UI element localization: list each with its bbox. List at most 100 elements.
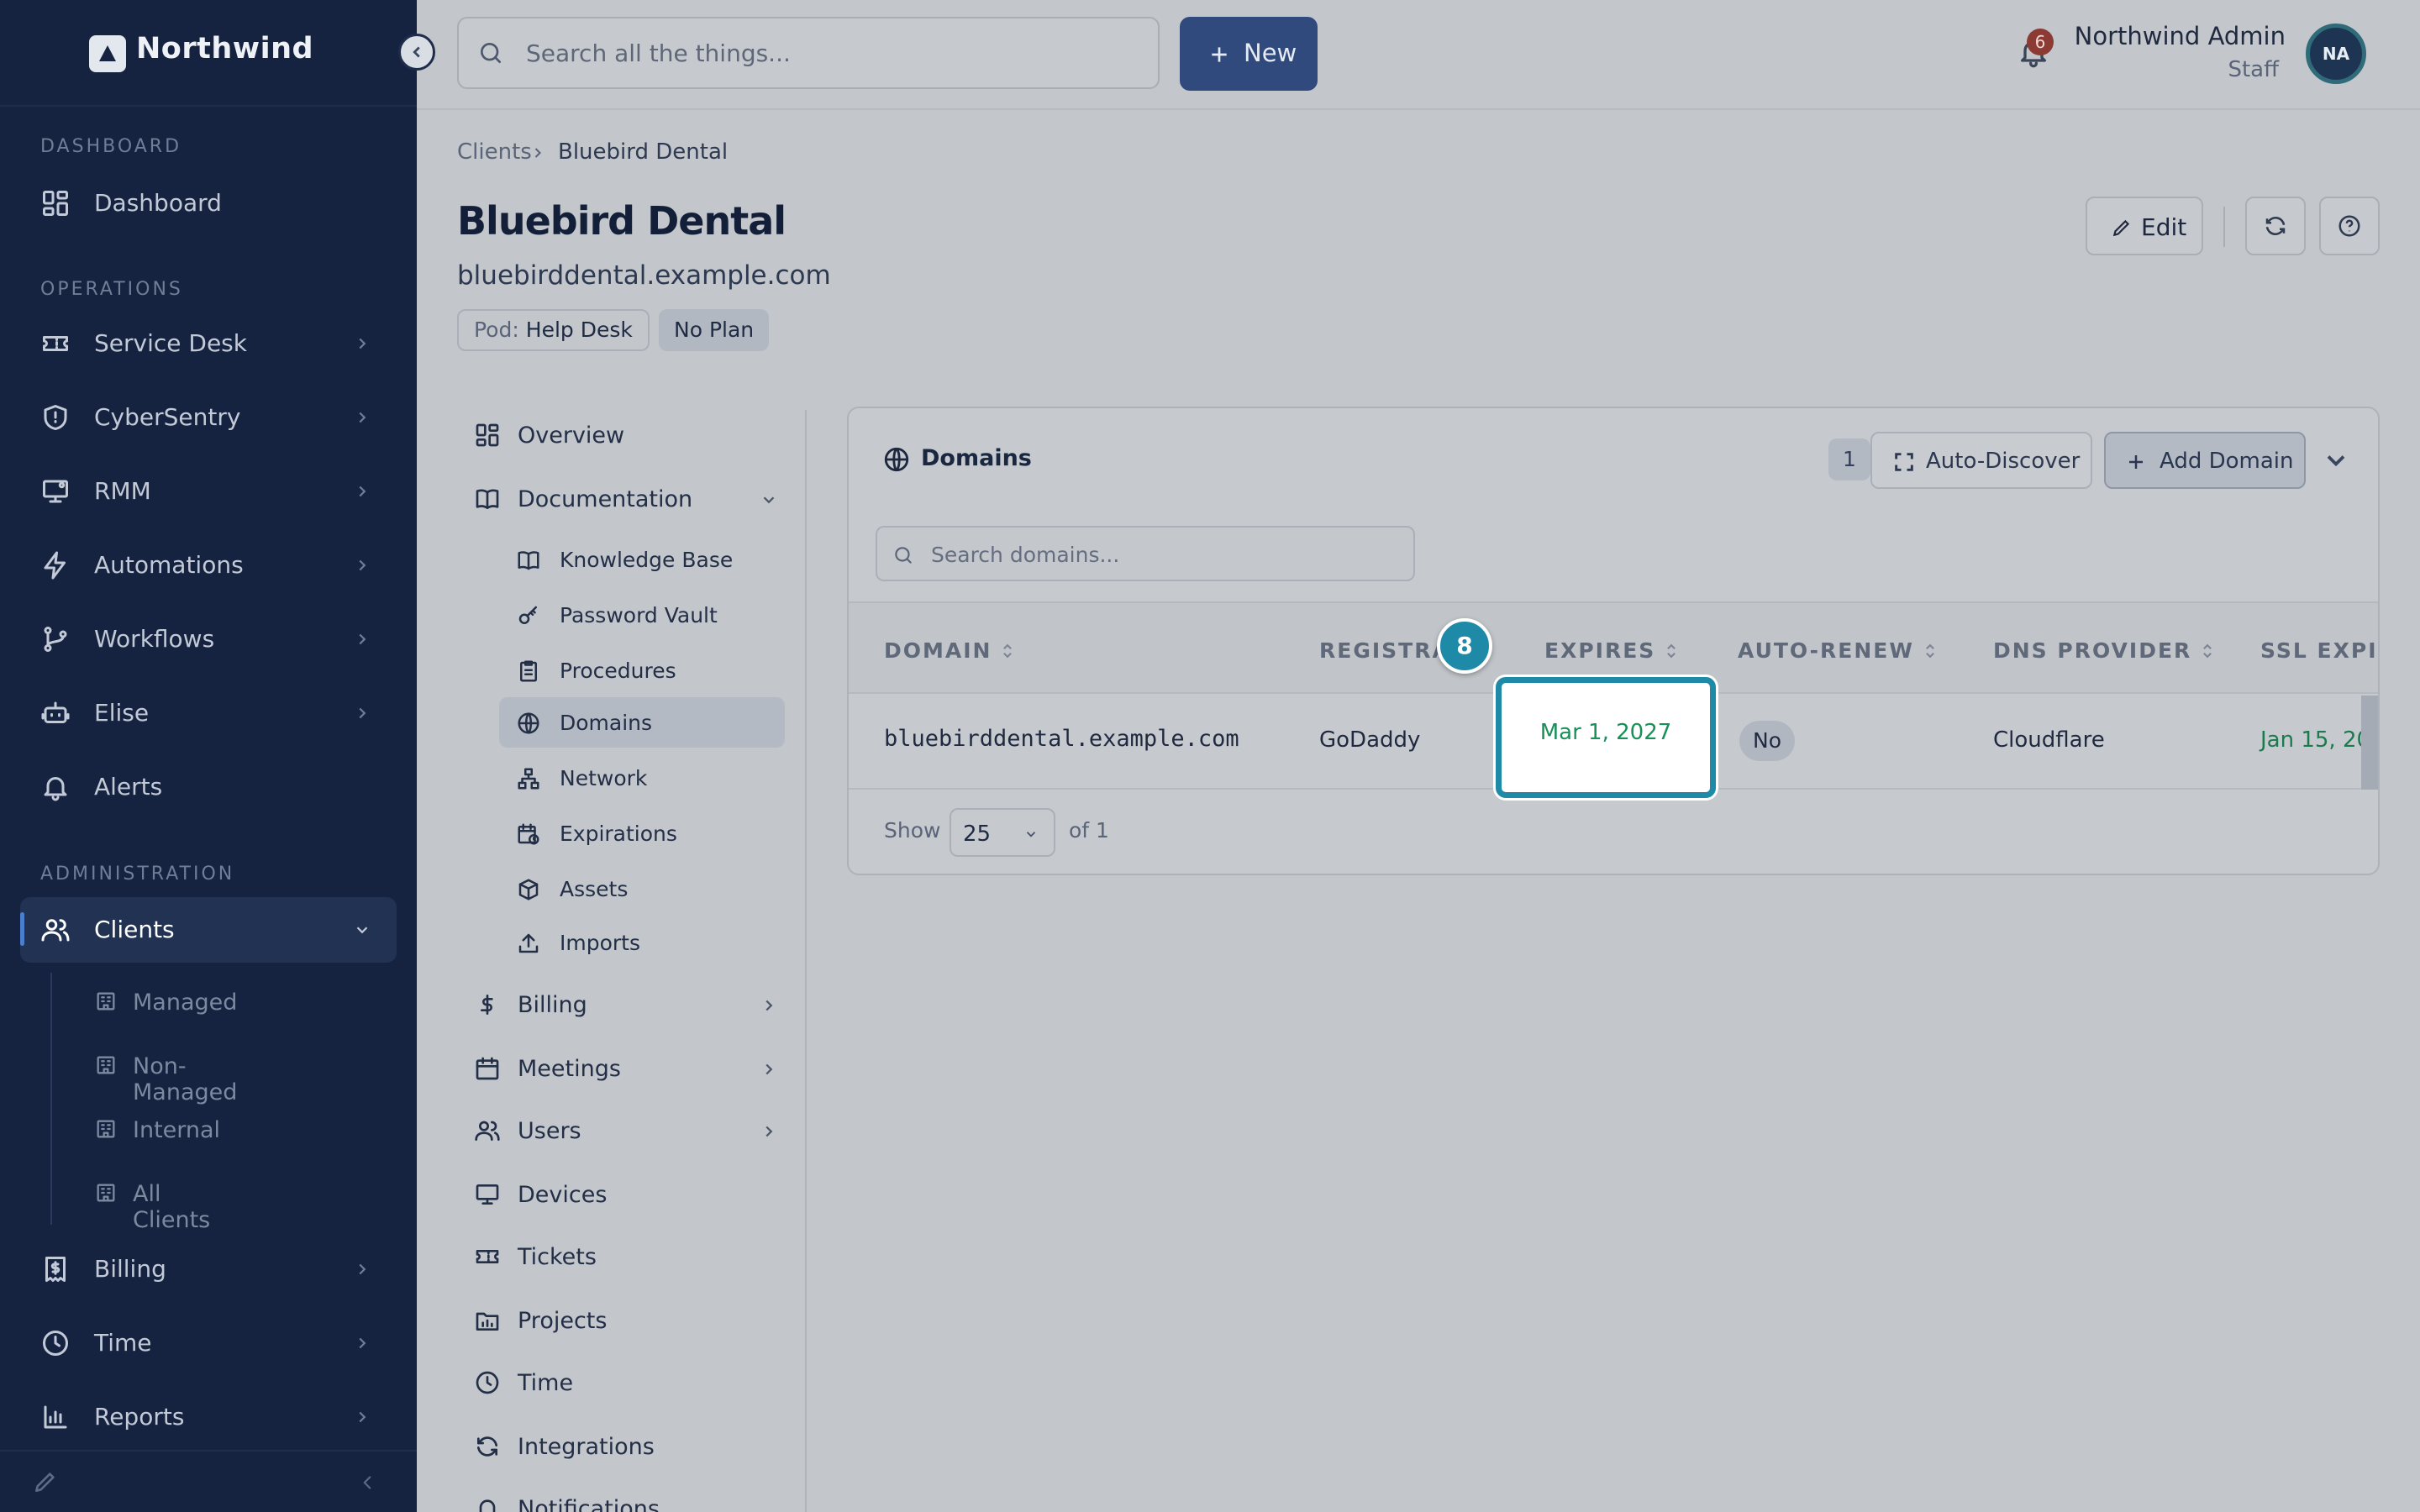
chevron-down-icon[interactable]: [2321, 445, 2351, 475]
section-nav-billing[interactable]: Billing: [457, 979, 785, 1030]
chevron-right-icon: [359, 707, 366, 719]
edit-button[interactable]: Edit: [2086, 197, 2203, 255]
pod-chip: Pod: Help Desk: [457, 309, 650, 351]
help-button[interactable]: [2319, 197, 2380, 255]
user-role: Staff: [2228, 57, 2279, 82]
search-input[interactable]: [526, 34, 1131, 72]
sidebar-item-alerts[interactable]: Alerts: [20, 754, 397, 820]
avatar[interactable]: NA: [2306, 24, 2366, 84]
calendar-icon: [476, 1057, 499, 1080]
sidebar-subitem-label: Non-Managed: [133, 1053, 238, 1105]
help-icon: [2338, 215, 2360, 237]
chevron-right-icon: [765, 1126, 773, 1137]
chevron-down-icon: [1026, 832, 1036, 837]
bar-chart-icon: [44, 1405, 67, 1429]
column-header-expires[interactable]: EXPIRES: [1544, 638, 1679, 663]
section-nav-integrations[interactable]: Integrations: [457, 1421, 785, 1472]
section-nav-meetings[interactable]: Meetings: [457, 1043, 785, 1094]
breadcrumb-clients[interactable]: Clients: [457, 139, 532, 165]
section-nav-imports[interactable]: Imports: [457, 917, 785, 968]
section-nav-expirations[interactable]: Expirations: [457, 808, 785, 858]
building-icon: [97, 992, 115, 1011]
section-nav-network[interactable]: Network: [457, 753, 785, 803]
section-label-administration: ADMINISTRATION: [40, 864, 235, 885]
sidebar-item-reports[interactable]: Reports: [20, 1384, 397, 1450]
section-nav-password-vault[interactable]: Password Vault: [457, 590, 785, 640]
sidebar-item-time[interactable]: Time: [20, 1310, 397, 1376]
new-button-label: New: [1244, 39, 1297, 67]
refresh-button[interactable]: [2245, 197, 2306, 255]
section-nav-label: Knowledge Base: [560, 548, 734, 572]
chevron-right-icon: [359, 1263, 366, 1275]
sidebar-collapse-button[interactable]: [398, 34, 435, 71]
column-header-label: DNS PROVIDER: [1993, 638, 2192, 663]
sidebar-item-cybersentry[interactable]: CyberSentry: [20, 385, 397, 450]
page-size-select[interactable]: 25: [950, 808, 1055, 857]
section-nav-tickets[interactable]: Tickets: [457, 1231, 785, 1282]
section-nav-label: Tickets: [518, 1244, 597, 1270]
user-name: Northwind Admin: [2074, 22, 2286, 50]
highlighted-expires-cell[interactable]: Mar 1, 2027: [1496, 677, 1716, 798]
chevron-left-icon: [413, 46, 420, 58]
domain-search[interactable]: [876, 526, 1415, 581]
section-nav-label: Overview: [518, 423, 625, 449]
section-nav-documentation[interactable]: Documentation: [457, 474, 785, 524]
chevron-right-icon: [359, 1337, 366, 1349]
sidebar-item-elise[interactable]: Elise: [20, 680, 397, 746]
section-nav-assets[interactable]: Assets: [457, 864, 785, 914]
column-header-auto-renew[interactable]: AUTO-RENEW: [1738, 638, 1938, 663]
sidebar-footer: [0, 1450, 417, 1512]
chevron-right-icon: [359, 412, 366, 423]
branch-icon: [44, 627, 67, 652]
section-nav-procedures[interactable]: Procedures: [457, 645, 785, 696]
section-nav-projects[interactable]: Projects: [457, 1295, 785, 1346]
sidebar-item-billing[interactable]: Billing: [20, 1236, 397, 1302]
chevron-right-icon: [765, 1063, 773, 1075]
sidebar-item-automations[interactable]: Automations: [20, 533, 397, 598]
section-nav-notifications[interactable]: Notifications: [457, 1483, 785, 1512]
auto-discover-button[interactable]: Auto-Discover: [1870, 432, 2092, 489]
chevron-right-icon: [359, 633, 366, 645]
building-icon: [97, 1120, 115, 1138]
global-search[interactable]: [457, 17, 1160, 89]
sidebar-item-label: Workflows: [94, 625, 215, 653]
section-nav-domains[interactable]: Domains: [499, 697, 785, 748]
section-nav-label: Network: [560, 766, 648, 790]
plan-chip: No Plan: [659, 309, 770, 351]
horizontal-scrollbar[interactable]: [2361, 696, 2378, 790]
sidebar-item-label: Dashboard: [94, 189, 222, 217]
sidebar-item-service-desk[interactable]: Service Desk: [20, 311, 397, 376]
column-header-ssl-expires[interactable]: SSL EXPIRES: [2260, 638, 2378, 663]
plus-icon: [1212, 47, 1227, 62]
sidebar-item-clients[interactable]: Clients: [20, 897, 397, 963]
domain-search-input[interactable]: [931, 539, 1402, 570]
sidebar-item-rmm[interactable]: RMM: [20, 459, 397, 524]
section-nav-label: Projects: [518, 1308, 608, 1334]
column-header-domain[interactable]: DOMAIN: [884, 638, 1015, 663]
cell-domain[interactable]: bluebirddental.example.com: [884, 726, 1239, 752]
chevron-right-icon: [359, 338, 366, 349]
column-header-dns-provider[interactable]: DNS PROVIDER: [1993, 638, 2215, 663]
sidebar-item-dashboard[interactable]: Dashboard: [20, 171, 397, 236]
new-button[interactable]: New: [1180, 17, 1318, 91]
key-icon: [518, 606, 537, 624]
plus-icon: [2129, 455, 2143, 469]
sort-icon: [1667, 643, 1676, 659]
globe-icon: [884, 447, 909, 472]
section-nav-label: Imports: [560, 931, 640, 955]
section-nav-label: Password Vault: [560, 603, 718, 627]
section-nav-time[interactable]: Time: [457, 1357, 785, 1408]
section-nav-label: Time: [518, 1370, 574, 1396]
section-nav-overview[interactable]: Overview: [457, 410, 785, 460]
sort-icon: [2203, 643, 2212, 659]
ticket-icon: [43, 336, 68, 351]
chevron-left-icon[interactable]: [356, 1472, 378, 1494]
add-domain-button[interactable]: Add Domain: [2104, 432, 2306, 489]
sidebar-item-workflows[interactable]: Workflows: [20, 606, 397, 672]
section-nav-knowledge-base[interactable]: Knowledge Base: [457, 534, 785, 585]
pencil-icon[interactable]: [32, 1468, 59, 1495]
calendar-clock-icon: [518, 823, 539, 845]
section-nav-devices[interactable]: Devices: [457, 1169, 785, 1220]
section-nav-users[interactable]: Users: [457, 1105, 785, 1156]
network-icon: [518, 768, 539, 790]
